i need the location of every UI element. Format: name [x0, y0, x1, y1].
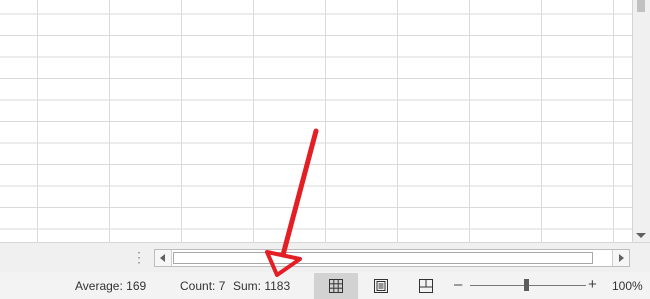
sheet-tab-split-handle-icon[interactable]: ⋮	[132, 250, 146, 264]
scroll-left-arrow-icon	[160, 254, 165, 262]
zoom-level-label[interactable]: 100%	[612, 279, 643, 293]
scroll-left-button[interactable]	[155, 250, 172, 266]
scroll-right-arrow-icon	[619, 254, 624, 262]
worksheet-grid[interactable]	[0, 0, 633, 242]
status-bar: Average: 169 Count: 7 Sum: 1183 – + 100%	[0, 272, 650, 299]
page-break-preview-button[interactable]	[404, 273, 448, 299]
zoom-out-button[interactable]: –	[454, 276, 462, 293]
average-readout[interactable]: Average: 169	[75, 279, 146, 293]
page-break-icon	[419, 279, 433, 293]
scroll-right-button[interactable]	[612, 250, 629, 266]
vertical-scrollbar[interactable]	[632, 0, 650, 242]
horizontal-scrollbar[interactable]	[154, 249, 630, 267]
page-layout-icon	[374, 279, 388, 293]
page-layout-view-button[interactable]	[359, 273, 403, 299]
horizontal-scroll-strip: ⋮	[0, 242, 650, 272]
zoom-slider-thumb[interactable]	[524, 279, 529, 291]
sum-readout[interactable]: Sum: 1183	[233, 279, 290, 293]
count-readout[interactable]: Count: 7	[180, 279, 225, 293]
grid-icon	[329, 279, 343, 293]
zoom-in-button[interactable]: +	[588, 276, 597, 293]
horizontal-scroll-thumb[interactable]	[173, 252, 593, 264]
normal-view-button[interactable]	[314, 273, 358, 299]
vertical-scroll-thumb[interactable]	[637, 0, 645, 12]
scroll-down-arrow-icon[interactable]	[636, 233, 646, 238]
